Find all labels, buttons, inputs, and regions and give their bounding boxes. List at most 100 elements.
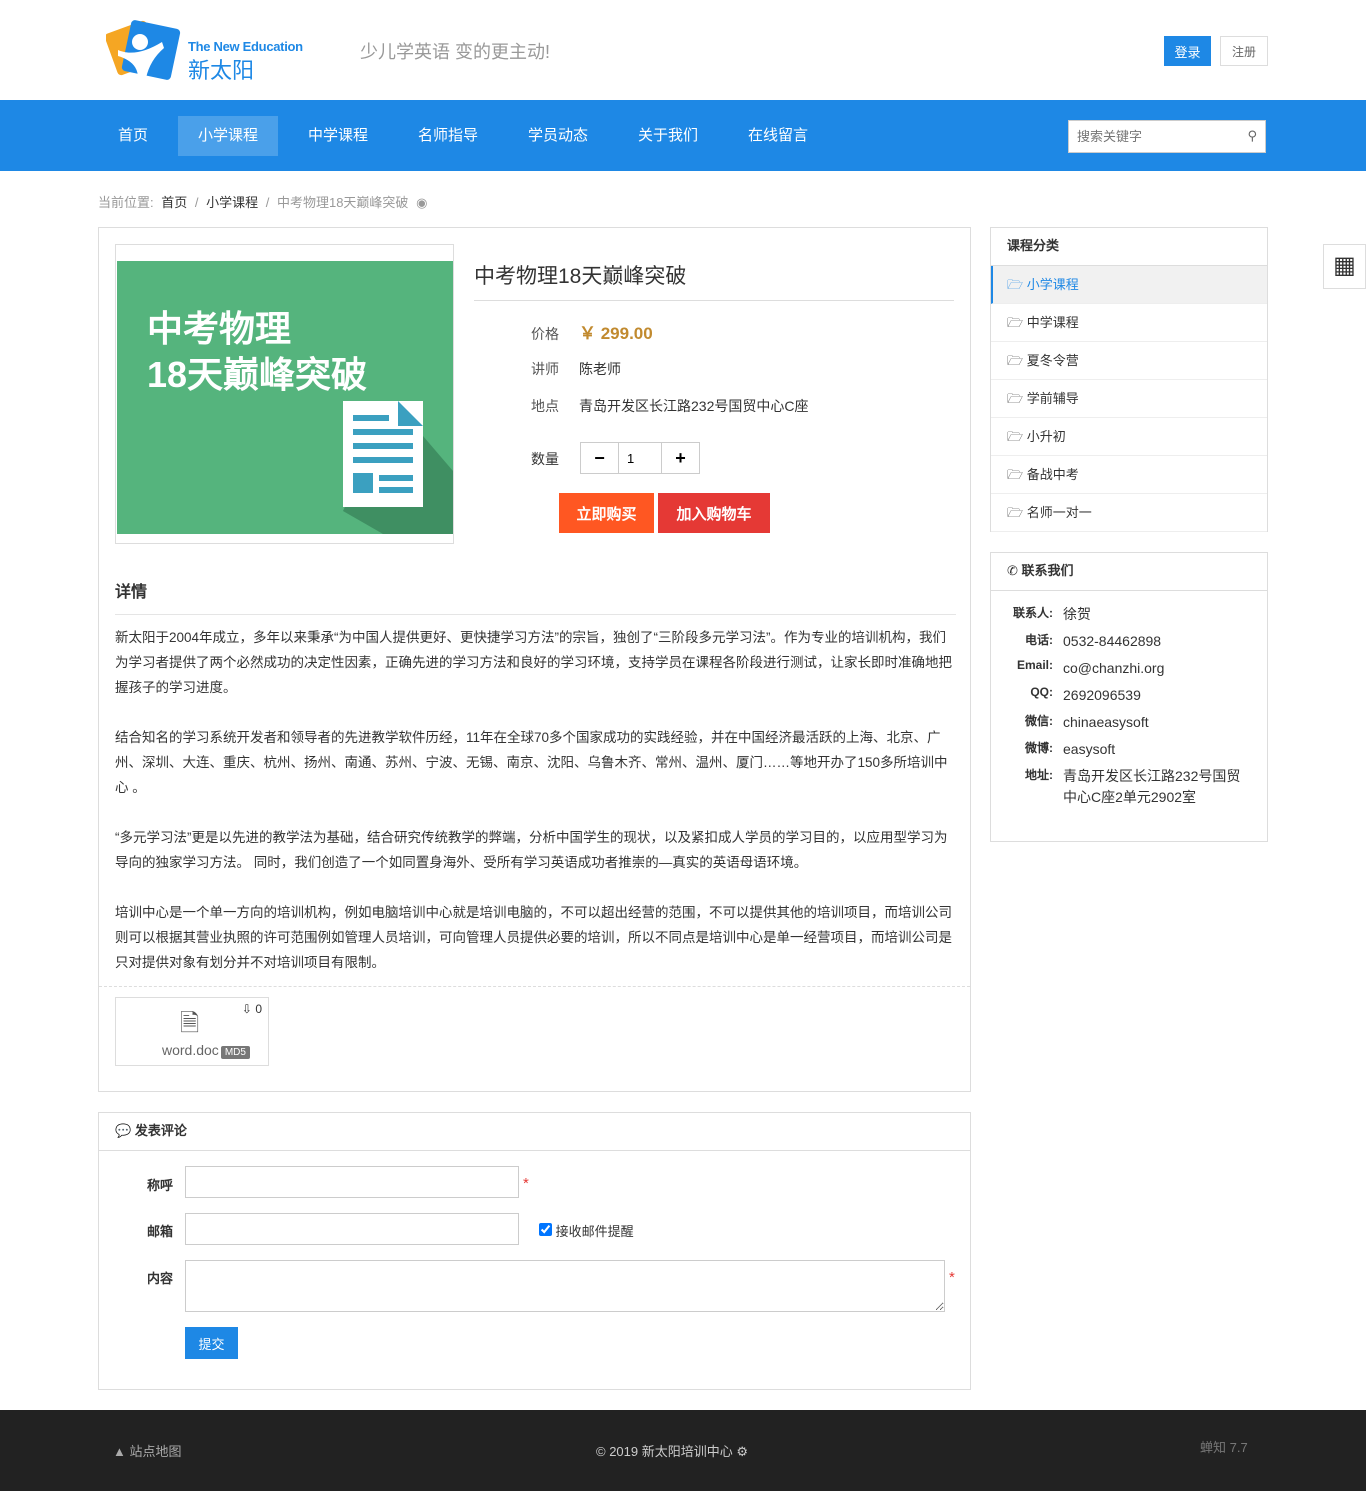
qrcode-icon[interactable]: ▦ (1323, 244, 1366, 289)
quantity-stepper: − + (580, 442, 700, 474)
folder-icon: 🗁 (1007, 467, 1024, 482)
folder-icon: 🗁 (1007, 505, 1024, 520)
location-row: 地点 青岛开发区长江路232号国贸中心C座 (531, 396, 808, 416)
breadcrumb-current: 中考物理18天巅峰突破 (276, 195, 409, 210)
folder-icon: 🗁 (1007, 277, 1024, 292)
folder-icon: 🗁 (1007, 429, 1024, 444)
badge-icon: ⚙ (736, 1444, 749, 1459)
logo-mark-icon (106, 20, 181, 80)
divider (99, 986, 970, 987)
nav-primary-courses[interactable]: 小学课程 (178, 116, 279, 156)
main-nav: 首页 小学课程 中学课程 名师指导 学员动态 关于我们 在线留言 ⚲ (0, 100, 1366, 171)
category-item[interactable]: 🗁 小升初 (991, 418, 1267, 456)
product-panel: 中考物理 18天巅峰突破 中考物理18天巅峰突破 价格 ￥ 299.00 讲师 陈老师… (98, 227, 971, 1092)
file-attachment[interactable]: 🗎 ⇩ 0 word.doc MD5 (115, 997, 269, 1066)
paragraph: 新太阳于2004年成立，多年以来秉承“为中国人提供更好、更快捷学习方法”的宗旨，… (115, 630, 952, 695)
login-button[interactable]: 登录 (1164, 36, 1211, 66)
folder-icon: 🗁 (1007, 391, 1024, 406)
product-image[interactable]: 中考物理 18天巅峰突破 (115, 244, 454, 544)
nav-students[interactable]: 学员动态 (508, 116, 608, 156)
download-count-value: 0 (255, 1002, 262, 1016)
nav-about[interactable]: 关于我们 (618, 116, 718, 156)
download-count: ⇩ 0 (242, 1002, 262, 1016)
increase-button[interactable]: + (662, 443, 699, 473)
teacher-row: 讲师 陈老师 (531, 359, 621, 379)
product-title: 中考物理18天巅峰突破 (474, 260, 954, 301)
decrease-button[interactable]: − (581, 443, 618, 473)
contact-row: 联系人: 徐贺 (1013, 606, 1091, 622)
contact-row: 微信: chinaeasysoft (1025, 714, 1149, 730)
category-item[interactable]: 🗁 备战中考 (991, 456, 1267, 494)
sitemap-icon: ▲ (113, 1444, 126, 1459)
logo-english: The New Education (188, 39, 303, 54)
required-mark: * (523, 1175, 529, 1192)
notify-checkbox-label[interactable]: 接收邮件提醒 (539, 1221, 634, 1240)
search-icon[interactable]: ⚲ (1247, 128, 1257, 144)
category-item[interactable]: 🗁 学前辅导 (991, 380, 1267, 418)
content-label: 内容 (147, 1271, 174, 1286)
category-item[interactable]: 🗁 夏冬令营 (991, 342, 1267, 380)
category-title: 课程分类 (991, 228, 1267, 266)
sitemap-link[interactable]: ▲ 站点地图 (113, 1441, 182, 1460)
footer: ▲ 站点地图 © 2019 新太阳培训中心 ⚙ 蝉知 7.7 (0, 1410, 1366, 1491)
name-label: 称呼 (147, 1178, 174, 1193)
price-label: 价格 (531, 326, 559, 342)
comment-title: 💬 发表评论 (99, 1113, 970, 1151)
price-value: ￥ 299.00 (579, 324, 653, 343)
download-icon: ⇩ (241, 1002, 252, 1016)
required-mark: * (949, 1269, 955, 1286)
details-content: 新太阳于2004年成立，多年以来秉承“为中国人提供更好、更快捷学习方法”的宗旨，… (115, 625, 958, 1000)
nav-teachers[interactable]: 名师指导 (398, 116, 498, 156)
phone-icon: ✆ (1007, 563, 1018, 578)
logo[interactable]: The New Education 新太阳 (106, 20, 306, 83)
category-item[interactable]: 🗁 名师一对一 (991, 494, 1267, 532)
qty-label: 数量 (531, 451, 559, 467)
add-to-cart-button[interactable]: 加入购物车 (658, 493, 770, 533)
contact-row: 地址: 青岛开发区长江路232号国贸中心C座2单元2902室 (1025, 768, 1241, 805)
contact-row: 电话: 0532-84462898 (1025, 633, 1162, 649)
paragraph: 结合知名的学习系统开发者和领导者的先进教学软件历经，11年在全球70多个国家成功… (115, 730, 948, 795)
teacher-label: 讲师 (531, 361, 559, 377)
folder-icon: 🗁 (1007, 315, 1024, 330)
contact-panel: ✆ 联系我们 联系人: 徐贺 电话: 0532-84462898 Email: co@… (990, 552, 1268, 842)
nav-home[interactable]: 首页 (98, 116, 168, 156)
image-text-1: 中考物理 (147, 308, 292, 349)
copyright: © 2019 新太阳培训中心 ⚙ (596, 1444, 749, 1459)
nav-middle-courses[interactable]: 中学课程 (288, 116, 388, 156)
breadcrumb-category[interactable]: 小学课程 (206, 195, 258, 210)
category-item[interactable]: 🗁 中学课程 (991, 304, 1267, 342)
contact-title: ✆ 联系我们 (991, 553, 1267, 591)
category-item[interactable]: 🗁 小学课程 (991, 266, 1267, 304)
email-label: 邮箱 (147, 1224, 174, 1239)
folder-icon: 🗁 (1007, 353, 1024, 368)
register-button[interactable]: 注册 (1220, 36, 1268, 66)
email-input[interactable] (185, 1213, 519, 1245)
details-heading: 详情 (115, 578, 956, 615)
location-label: 地点 (531, 398, 559, 414)
contact-row: Email: co@chanzhi.org (1016, 658, 1165, 676)
md5-badge[interactable]: MD5 (220, 1046, 250, 1059)
search-input[interactable] (1069, 121, 1229, 152)
slogan: 少儿学英语 变的更主动! (360, 42, 551, 62)
comment-panel: 💬 发表评论 称呼 * 邮箱 接收邮件提醒 内容 * 提交 (98, 1112, 971, 1390)
name-input[interactable] (185, 1166, 519, 1198)
teacher-value: 陈老师 (579, 361, 621, 377)
map-marker-icon: ◉ (416, 195, 428, 210)
content-textarea[interactable] (185, 1260, 945, 1312)
location-value: 青岛开发区长江路232号国贸中心C座 (579, 398, 809, 414)
buy-now-button[interactable]: 立即购买 (559, 493, 654, 533)
powered-by[interactable]: 蝉知 7.7 (1200, 1437, 1248, 1456)
quantity-input[interactable] (618, 443, 662, 473)
comment-icon: 💬 (115, 1123, 132, 1138)
submit-button[interactable]: 提交 (185, 1327, 238, 1359)
breadcrumb: 当前位置: 首页 / 小学课程 / 中考物理18天巅峰突破 ◉ (98, 195, 428, 210)
file-name: word.doc (162, 1042, 219, 1058)
file-icon: 🗎 (180, 1010, 200, 1037)
breadcrumb-home[interactable]: 首页 (161, 195, 187, 210)
notify-checkbox[interactable] (539, 1223, 552, 1236)
paragraph: 培训中心是一个单一方向的培训机构，例如电脑培训中心就是培训电脑的，不可以超出经营… (115, 905, 952, 970)
category-panel: 课程分类 🗁 小学课程 🗁 中学课程 🗁 夏冬令营 🗁 学前辅导 🗁 小升初 🗁… (990, 227, 1268, 532)
nav-messages[interactable]: 在线留言 (728, 116, 828, 156)
header: The New Education 新太阳 少儿学英语 变的更主动! 登录 注册 (0, 0, 1366, 100)
search-box: ⚲ (1068, 120, 1266, 153)
